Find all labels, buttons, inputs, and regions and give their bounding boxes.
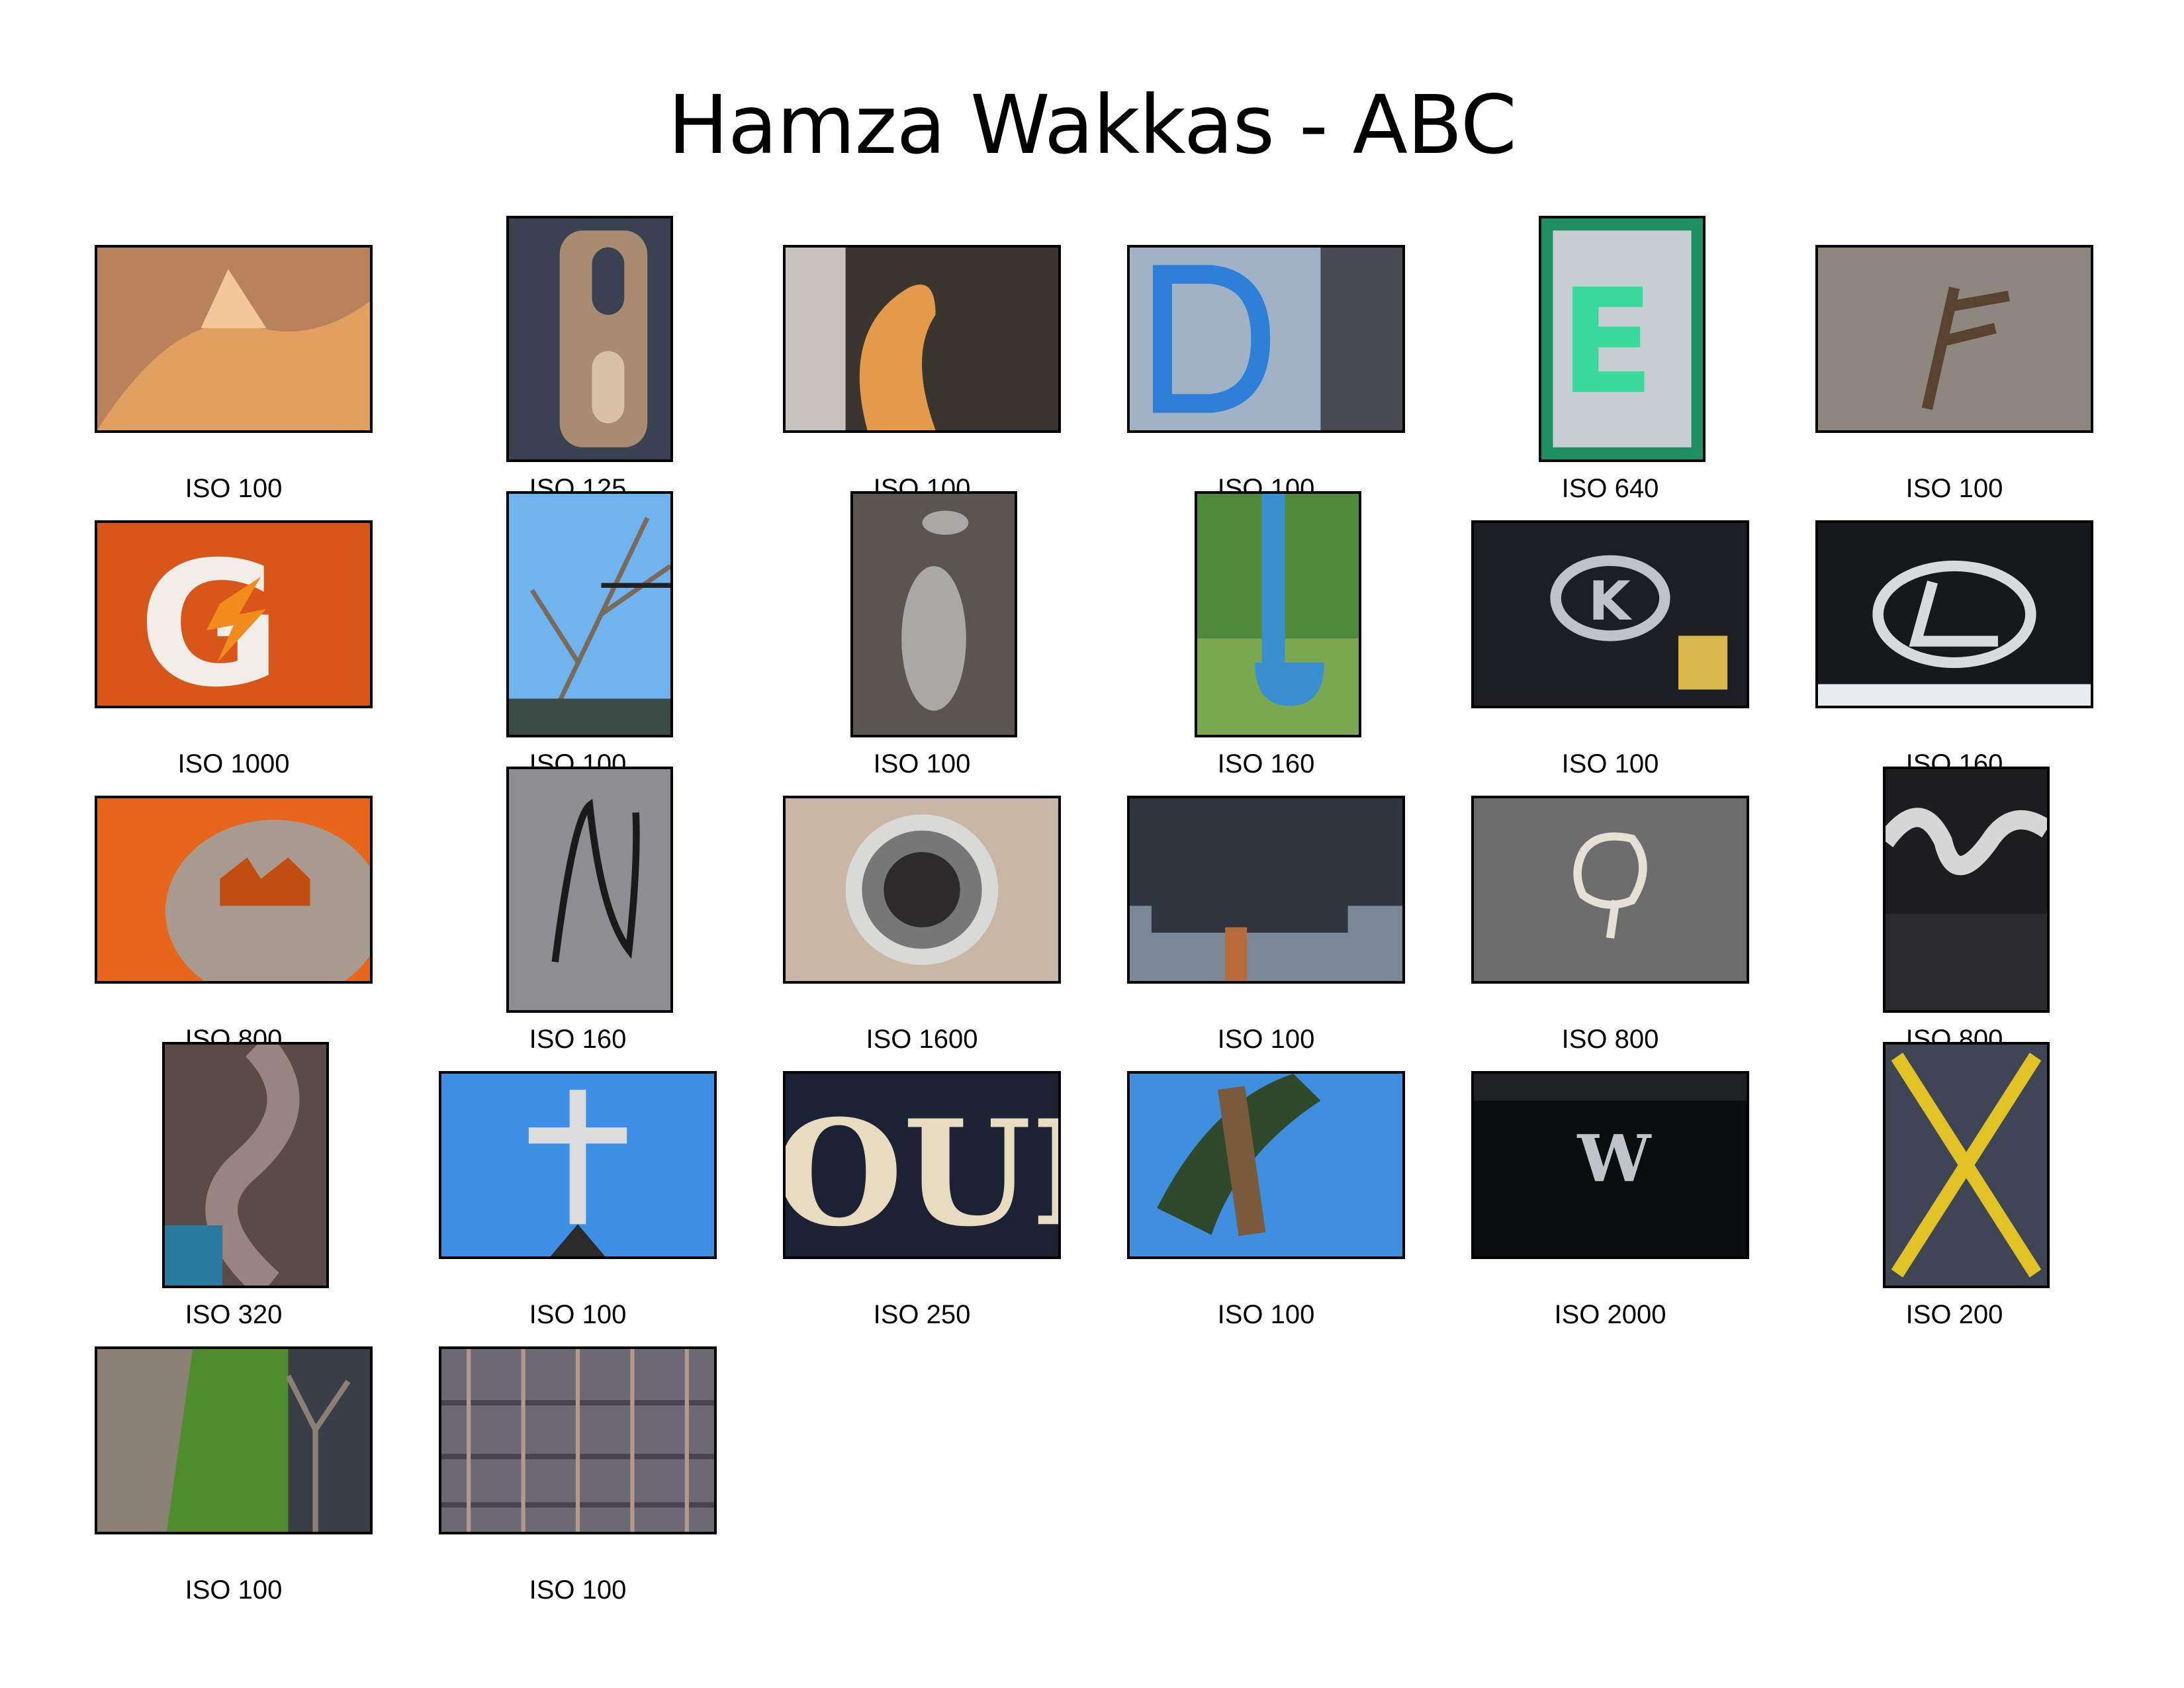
photo-card: ISO 1600: [783, 767, 1061, 1054]
photo-kia-k: K: [1471, 520, 1749, 708]
photo-card: ISO 800: [1471, 767, 1749, 1054]
photo-painted-d: [1127, 245, 1405, 433]
photo-slide-s: [162, 1042, 329, 1288]
photo-card: ISO 125: [439, 216, 717, 503]
photo-caption: ISO 100: [185, 1575, 283, 1605]
photo-card: ISO 100: [439, 1042, 717, 1329]
photo-sapling-y: [95, 1346, 373, 1534]
photo-door-handle: [506, 216, 673, 462]
photo-card: ISO 100: [439, 1317, 717, 1605]
photo-yellow-x: [1883, 1042, 2050, 1288]
photo-cross-t: [439, 1071, 717, 1259]
photo-mailbox-p: [1127, 796, 1405, 984]
photo-card: E ISO 640: [1471, 216, 1749, 503]
photo-pipe-j: [1195, 491, 1361, 737]
photo-cat-tail: [783, 245, 1061, 433]
photo-sign-u: OUI: [783, 1071, 1061, 1259]
photo-card: ISO 100: [783, 491, 1061, 778]
photo-card: ISO 320: [95, 1042, 373, 1329]
photo-caption: ISO 2000: [1554, 1300, 1666, 1329]
photo-lexus-l: [1815, 520, 2093, 708]
photo-card: K ISO 100: [1471, 491, 1749, 778]
photo-card: ISO 100: [1127, 767, 1405, 1054]
photo-card: ISO 160: [439, 767, 717, 1054]
photo-script-r: [1883, 767, 2050, 1013]
photo-card: ISO 100: [783, 216, 1061, 503]
photo-card: ISO 100: [1127, 216, 1405, 503]
photo-caption: ISO 100: [529, 1575, 627, 1605]
photo-emblem-w: W: [1471, 1071, 1749, 1259]
photo-cat-ear: [95, 245, 373, 433]
photo-card: W ISO 2000: [1471, 1042, 1749, 1329]
photo-caption: ISO 200: [1905, 1300, 2003, 1329]
photo-card: ISO 100: [1127, 1042, 1405, 1329]
page-title: Hamza Wakkas - ABC: [668, 78, 1517, 172]
photo-card: ISO 160: [1815, 491, 2093, 778]
photo-card: ISO 200: [1815, 1042, 2093, 1329]
photo-card: ISO 160: [1127, 491, 1405, 778]
photo-branch-h: [506, 491, 673, 737]
svg-text:W: W: [1577, 1121, 1653, 1197]
photo-pumpkin-m: [95, 796, 373, 984]
photo-twig-f: [1815, 245, 2093, 433]
photo-card: ISO 800: [95, 767, 373, 1054]
svg-text:K: K: [1588, 571, 1632, 633]
photo-gatorade-g: G: [95, 520, 373, 708]
photo-card: ISO 100: [95, 1317, 373, 1605]
photo-card: OUI ISO 250: [783, 1042, 1061, 1329]
photo-card: ISO 100: [95, 216, 373, 503]
photo-card: G ISO 1000: [95, 491, 373, 778]
photo-caption: ISO 250: [873, 1300, 971, 1329]
svg-text:E: E: [1560, 259, 1655, 426]
photo-railing-z: [439, 1346, 717, 1534]
svg-text:OUI: OUI: [786, 1089, 1058, 1256]
photo-puddle-i: [850, 491, 1017, 737]
photo-exit-sign: E: [1539, 216, 1706, 462]
photo-string-n: [506, 767, 673, 1013]
photo-chalk-q: [1471, 796, 1749, 984]
photo-card: ISO 100: [1815, 216, 2093, 503]
photo-drain-o: [783, 796, 1061, 984]
photo-card: ISO 800: [1815, 767, 2093, 1054]
photo-card: ISO 100: [439, 491, 717, 778]
photo-branch-v: [1127, 1071, 1405, 1259]
photo-caption: ISO 100: [1217, 1300, 1315, 1329]
